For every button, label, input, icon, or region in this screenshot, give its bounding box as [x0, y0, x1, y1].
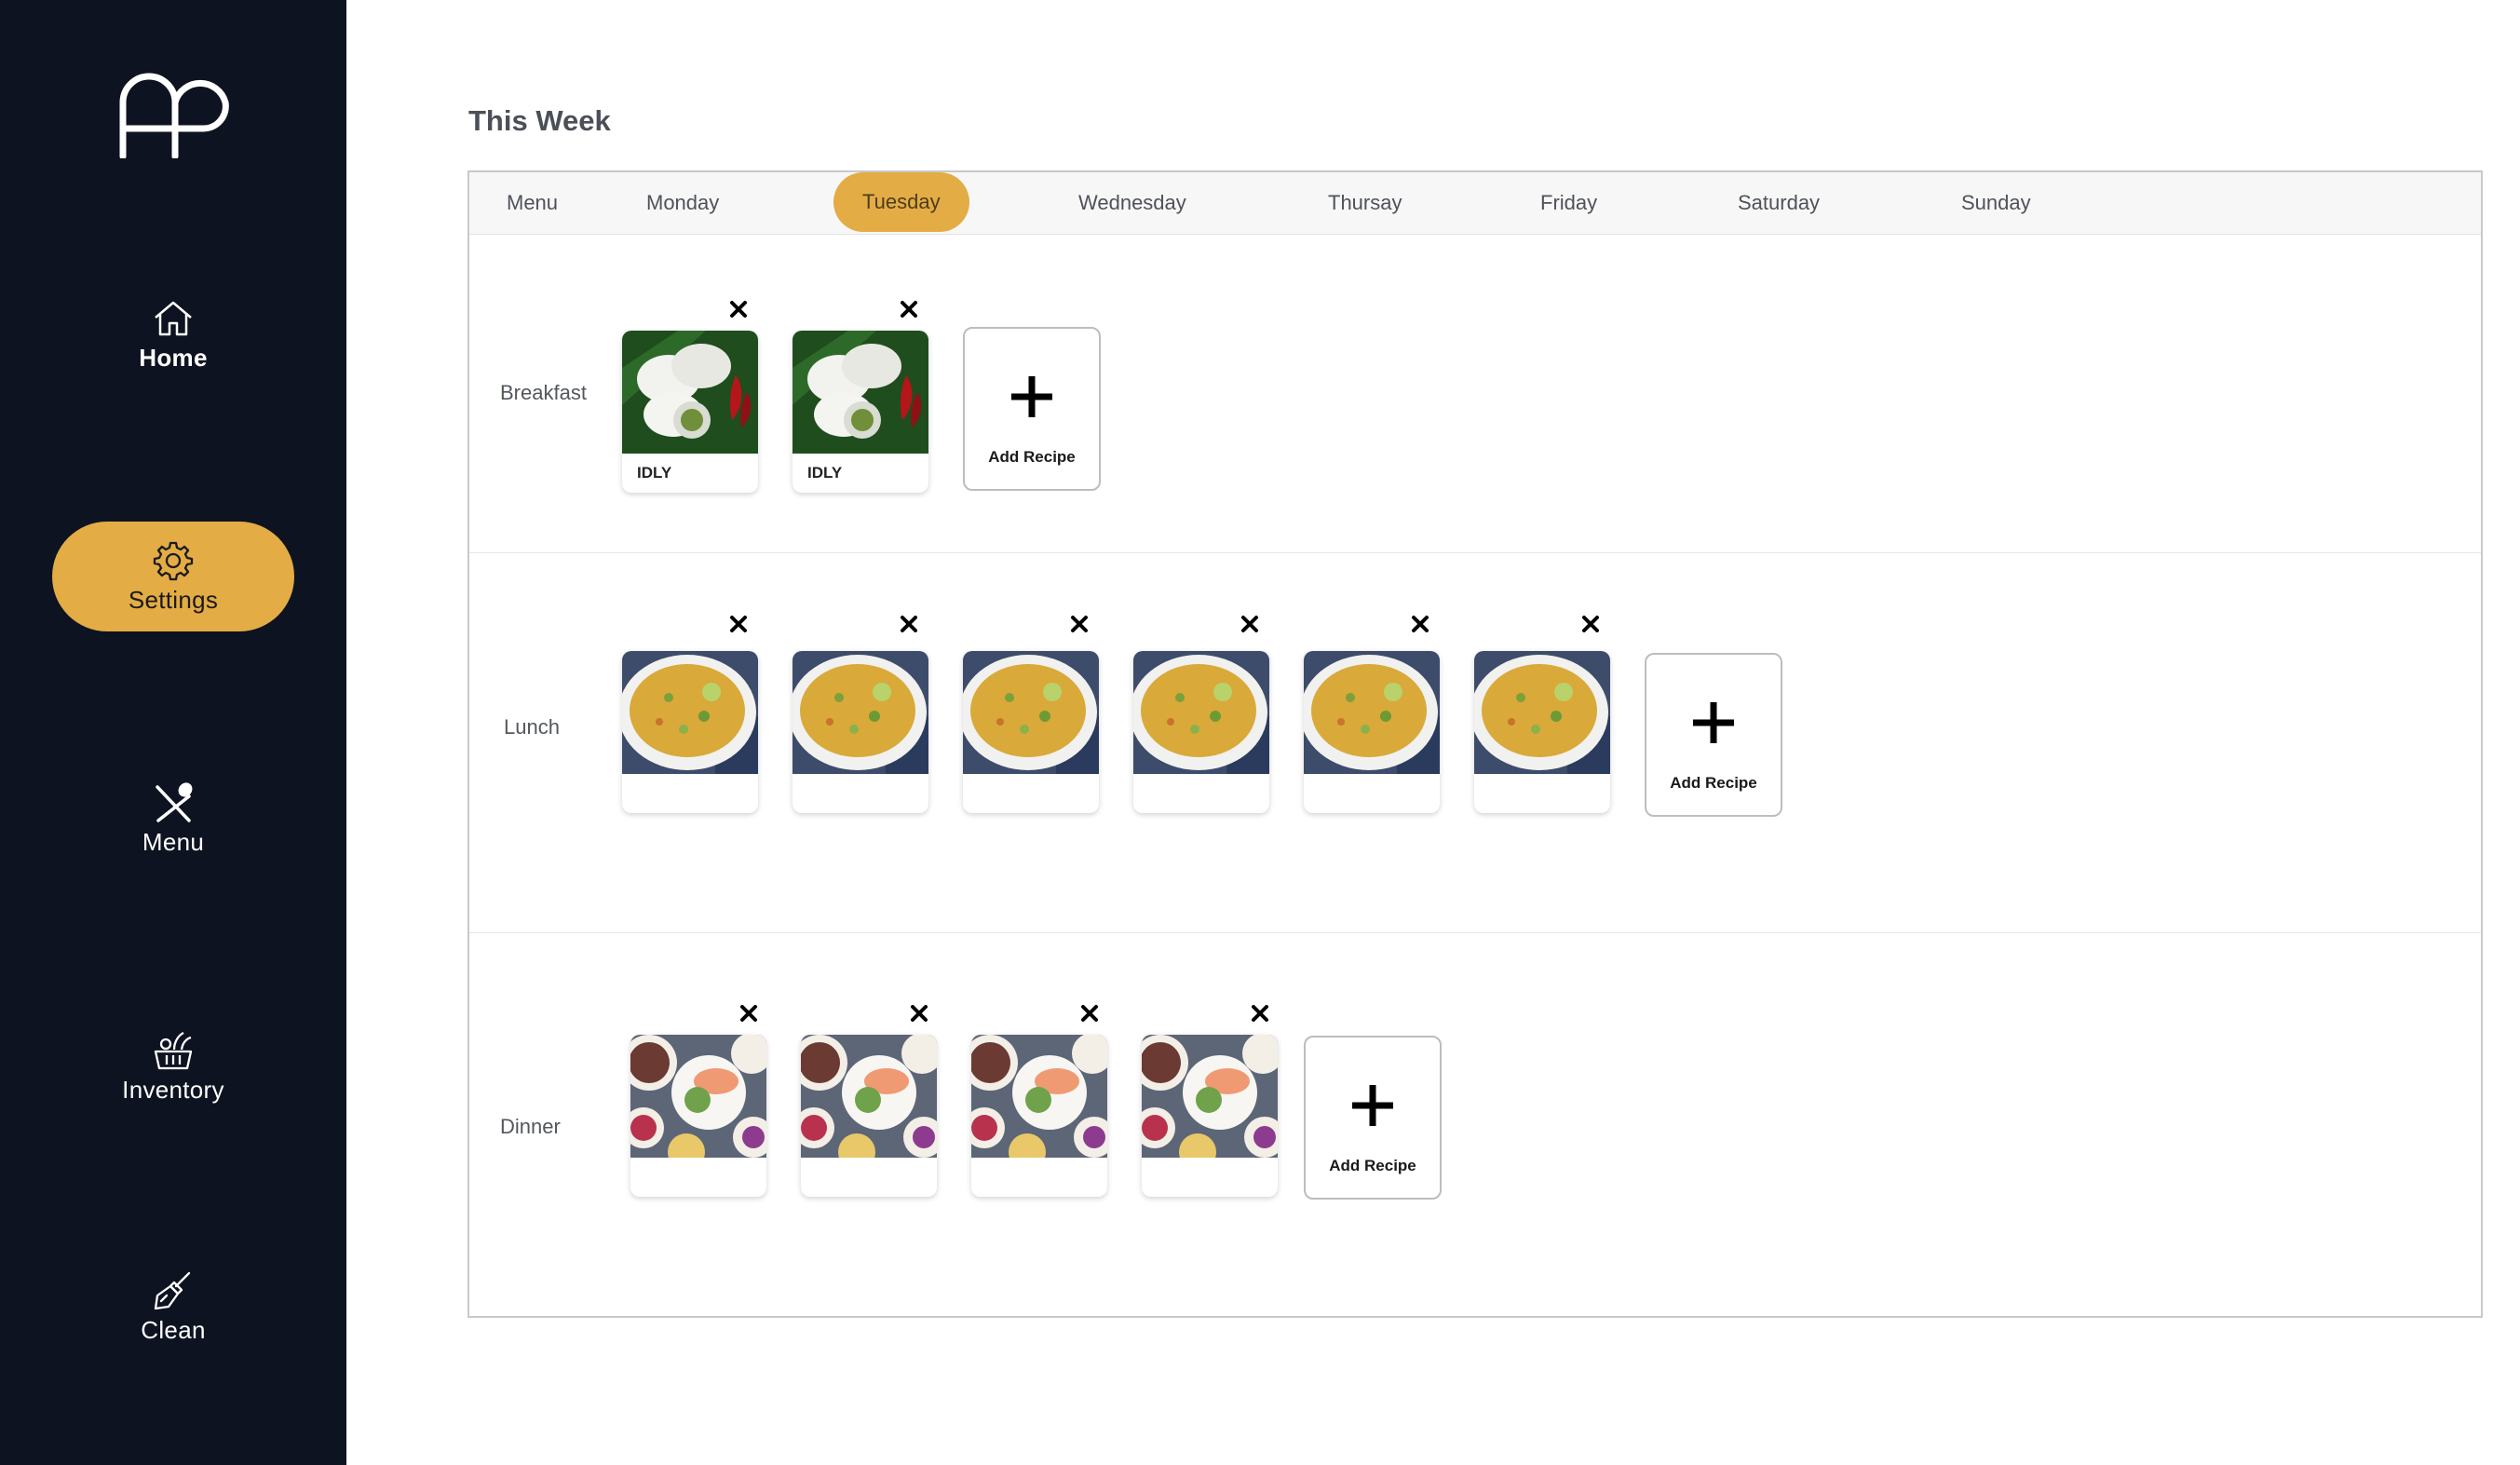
basket-icon: [154, 1031, 193, 1069]
sidebar-item-label: Settings: [128, 585, 219, 614]
recipe-card[interactable]: [622, 651, 758, 813]
tab-friday[interactable]: Friday: [1540, 172, 1597, 234]
idly-photo: [622, 331, 758, 454]
recipe-card[interactable]: [1142, 1035, 1278, 1197]
close-icon[interactable]: [728, 614, 749, 634]
rice-photo: [793, 651, 928, 774]
meal-label: Dinner: [500, 1115, 561, 1138]
add-recipe-button[interactable]: Add Recipe: [963, 327, 1101, 491]
recipe-card[interactable]: IDLY: [793, 331, 928, 493]
sidebar-item-label: Inventory: [122, 1075, 224, 1104]
close-icon[interactable]: [899, 299, 919, 319]
day-tab-bar: Menu Monday Tuesday Wednesday Thursay Fr…: [469, 172, 2481, 235]
meal-row-dinner: Dinner Add Recipe: [469, 932, 2481, 1316]
rice-photo: [963, 651, 1099, 774]
close-icon[interactable]: [1069, 614, 1090, 634]
meal-row-lunch: Lunch Add Recipe: [469, 552, 2481, 933]
sidebar-item-clean[interactable]: Clean: [52, 1252, 294, 1362]
recipe-name: IDLY: [637, 464, 672, 482]
close-icon[interactable]: [1079, 1003, 1100, 1024]
dinner-spread-photo: [1142, 1035, 1278, 1158]
meal-row-breakfast: Breakfast IDLY IDLY Add Recipe: [469, 234, 2481, 553]
tab-thursday[interactable]: Thursay: [1328, 172, 1402, 234]
rice-photo: [1133, 651, 1269, 774]
sidebar-item-label: Home: [139, 343, 208, 372]
plus-icon: [1352, 1085, 1393, 1126]
recipe-card[interactable]: [1133, 651, 1269, 813]
recipe-card[interactable]: [793, 651, 928, 813]
ap-logo-icon[interactable]: [119, 73, 229, 158]
tab-saturday[interactable]: Saturday: [1738, 172, 1820, 234]
home-icon: [155, 301, 192, 335]
recipe-card[interactable]: [801, 1035, 937, 1197]
page-title: This Week: [468, 104, 611, 137]
sidebar-item-home[interactable]: Home: [52, 279, 294, 389]
sidebar-item-menu[interactable]: Menu: [52, 764, 294, 874]
add-recipe-label: Add Recipe: [1670, 774, 1757, 792]
close-icon[interactable]: [728, 299, 749, 319]
add-recipe-label: Add Recipe: [1329, 1157, 1416, 1174]
plus-icon: [1011, 376, 1052, 417]
sidebar: Home Settings Menu Inventory Clean: [0, 0, 346, 1465]
idly-photo: [793, 331, 928, 454]
close-icon[interactable]: [1250, 1003, 1270, 1024]
close-icon[interactable]: [899, 614, 919, 634]
close-icon[interactable]: [1410, 614, 1430, 634]
tab-wednesday[interactable]: Wednesday: [1078, 172, 1186, 234]
weekly-planner: Menu Monday Tuesday Wednesday Thursay Fr…: [467, 170, 2483, 1318]
dinner-spread-photo: [971, 1035, 1107, 1158]
dinner-spread-photo: [801, 1035, 937, 1158]
recipe-card[interactable]: [1304, 651, 1440, 813]
close-icon[interactable]: [738, 1003, 759, 1024]
sidebar-item-label: Menu: [142, 827, 205, 856]
sidebar-item-settings[interactable]: Settings: [52, 522, 294, 631]
plus-icon: [1693, 702, 1734, 743]
rice-photo: [1304, 651, 1440, 774]
recipe-card[interactable]: [1474, 651, 1610, 813]
broom-icon: [154, 1271, 191, 1309]
rice-photo: [1474, 651, 1610, 774]
fork-spoon-icon: [156, 781, 193, 822]
tab-menu[interactable]: Menu: [507, 172, 558, 234]
sidebar-item-label: Clean: [141, 1315, 206, 1344]
meal-label: Lunch: [504, 715, 560, 739]
tab-monday[interactable]: Monday: [646, 172, 719, 234]
sidebar-item-inventory[interactable]: Inventory: [52, 1011, 294, 1121]
add-recipe-button[interactable]: Add Recipe: [1645, 653, 1782, 817]
close-icon[interactable]: [1580, 614, 1601, 634]
tab-tuesday[interactable]: Tuesday: [833, 172, 969, 232]
gear-icon: [153, 541, 194, 580]
recipe-card[interactable]: IDLY: [622, 331, 758, 493]
rice-photo: [622, 651, 758, 774]
close-icon[interactable]: [1240, 614, 1260, 634]
add-recipe-label: Add Recipe: [988, 448, 1076, 466]
recipe-card[interactable]: [963, 651, 1099, 813]
tab-sunday[interactable]: Sunday: [1961, 172, 2031, 234]
meal-label: Breakfast: [500, 381, 587, 404]
close-icon[interactable]: [909, 1003, 929, 1024]
dinner-spread-photo: [630, 1035, 766, 1158]
recipe-name: IDLY: [807, 464, 843, 482]
recipe-card[interactable]: [971, 1035, 1107, 1197]
add-recipe-button[interactable]: Add Recipe: [1304, 1036, 1442, 1200]
recipe-card[interactable]: [630, 1035, 766, 1197]
